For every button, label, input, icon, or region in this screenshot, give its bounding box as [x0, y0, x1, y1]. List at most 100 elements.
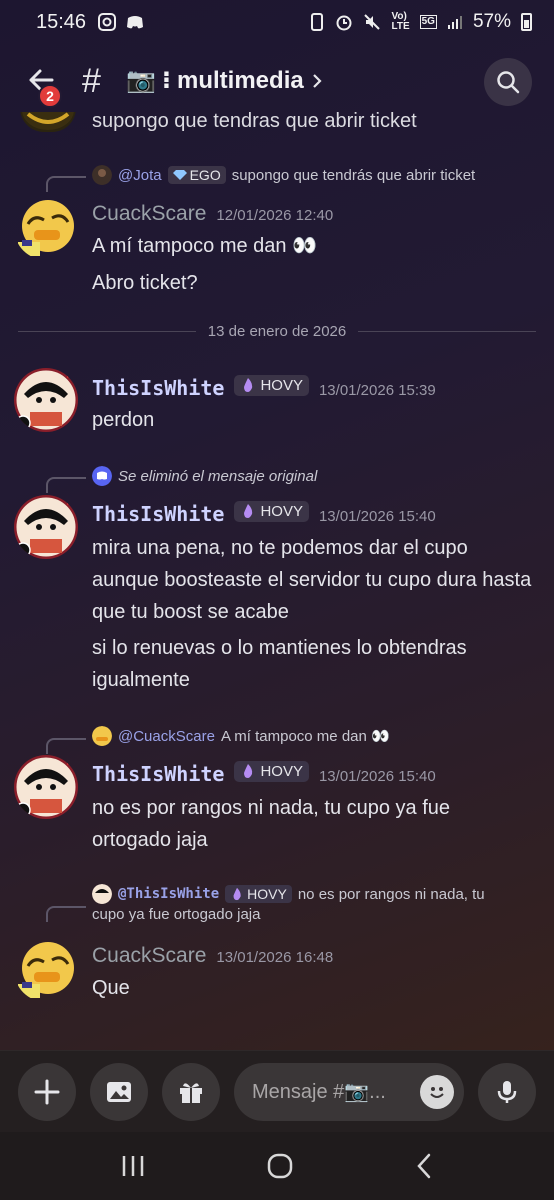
volte-indicator: Vo) LTE	[391, 11, 410, 32]
author-name[interactable]: ThisIsWhite	[92, 762, 224, 786]
hash-icon: #	[82, 62, 101, 100]
reply-connector	[46, 477, 86, 493]
date-divider: 13 de enero de 2026	[18, 323, 536, 340]
reply-text: Se eliminó el mensaje original	[118, 467, 318, 485]
status-time: 15:46	[36, 10, 87, 33]
voice-button[interactable]	[478, 1062, 536, 1121]
microphone-icon	[497, 1080, 517, 1103]
message-text: si lo renuevas o lo mantienes lo obtendr…	[92, 637, 467, 691]
reply-connector	[46, 176, 86, 192]
mute-icon	[364, 14, 381, 30]
battery-percent: 57%	[472, 11, 511, 32]
role-tag[interactable]: HOVY	[234, 760, 309, 782]
image-icon	[107, 1081, 131, 1102]
message-header: ThisIsWhite HOVY 13/01/2026 15:40	[92, 500, 436, 526]
smile-icon	[425, 1079, 449, 1104]
channel-separator: ⁝	[161, 67, 172, 94]
message-text: Abro ticket?	[92, 272, 198, 294]
reply-preview[interactable]: Se eliminó el mensaje original	[92, 466, 317, 486]
message-placeholder: Mensaje #📷...	[252, 1081, 386, 1103]
vibrate-icon	[311, 13, 324, 31]
plus-icon	[34, 1079, 60, 1104]
timestamp: 13/01/2026 15:40	[318, 508, 436, 525]
battery-icon	[521, 13, 532, 31]
avatar	[92, 726, 112, 746]
flame-icon	[244, 764, 253, 778]
reply-preview[interactable]: @CuackScare A mí tampoco me dan 👀	[92, 726, 390, 746]
author-name[interactable]: ThisIsWhite	[92, 376, 224, 400]
flame-icon	[244, 504, 253, 518]
network-gen: 5G	[419, 15, 437, 29]
timestamp: 13/01/2026 16:48	[216, 949, 334, 966]
author-name[interactable]: CuackScare	[92, 944, 206, 968]
timestamp: 13/01/2026 15:39	[318, 382, 436, 399]
signal-icon	[447, 16, 462, 29]
instagram-icon	[98, 13, 117, 31]
reply-connector	[46, 738, 86, 754]
message-text: mira una pena, no te podemos dar el cupo…	[92, 537, 532, 623]
message-header: CuackScare 12/01/2026 12:40	[92, 202, 333, 226]
role-tag: EGO	[167, 166, 226, 184]
timestamp: 12/01/2026 12:40	[216, 207, 334, 224]
reply-mention[interactable]: @Jota	[118, 167, 162, 184]
role-tag[interactable]: HOVY	[234, 500, 309, 522]
discord-icon	[127, 16, 144, 29]
avatar[interactable]	[20, 112, 76, 132]
timestamp: 13/01/2026 15:40	[318, 768, 436, 785]
flame-icon	[233, 887, 241, 901]
chevron-right-icon	[312, 73, 322, 88]
reply-mention[interactable]: @ThisIsWhite	[118, 886, 219, 902]
add-button[interactable]	[18, 1062, 76, 1121]
message-text: A mí tampoco me dan 👀	[92, 235, 317, 257]
status-right: Vo) LTE 5G 57%	[309, 11, 532, 33]
diamond-icon	[172, 170, 187, 180]
date-label: 13 de enero de 2026	[207, 323, 347, 340]
message-text: no es por rangos ni nada, tu cupo ya fue…	[92, 797, 451, 851]
message-header: ThisIsWhite HOVY 13/01/2026 15:39	[92, 374, 436, 400]
avatar	[92, 165, 112, 185]
author-name[interactable]: ThisIsWhite	[92, 502, 224, 526]
role-tag: HOVY	[225, 885, 292, 903]
avatar	[92, 884, 112, 904]
reply-text: cupo ya fue ortogado jaja	[92, 906, 261, 923]
message-input[interactable]: Mensaje #📷...	[234, 1062, 464, 1121]
emoji-button[interactable]	[420, 1074, 454, 1109]
message-header: CuackScare 13/01/2026 16:48	[92, 944, 333, 968]
avatar[interactable]	[14, 196, 78, 260]
reply-mention[interactable]: @CuackScare	[118, 728, 215, 745]
reply-preview[interactable]: @ThisIsWhite HOVY no es por rangos ni na…	[92, 884, 485, 923]
divider-line	[18, 331, 196, 332]
gift-button[interactable]	[162, 1062, 220, 1121]
avatar[interactable]	[14, 938, 78, 1002]
gift-icon	[180, 1082, 202, 1103]
avatar[interactable]	[14, 755, 78, 819]
message-header: ThisIsWhite HOVY 13/01/2026 15:40	[92, 760, 436, 786]
channel-title[interactable]: 📷 ⁝ multimedia	[126, 66, 324, 95]
divider-line	[358, 331, 536, 332]
unread-badge: 2	[38, 84, 62, 108]
image-button[interactable]	[90, 1062, 148, 1121]
message-text: Que	[92, 977, 130, 999]
avatar[interactable]	[14, 495, 78, 559]
system-navbar	[0, 1132, 554, 1200]
home-icon[interactable]	[266, 1152, 294, 1180]
search-icon	[497, 71, 520, 94]
avatar[interactable]	[14, 368, 78, 432]
reply-text: no es por rangos ni nada, tu	[297, 885, 485, 903]
reply-text: A mí tampoco me dan 👀	[220, 728, 390, 745]
message-list[interactable]: supongo que tendras que abrir ticket @Jo…	[0, 112, 554, 1050]
search-button[interactable]	[484, 58, 532, 106]
reply-text: supongo que tendrás que abrir ticket	[231, 166, 476, 184]
recents-icon[interactable]	[119, 1153, 147, 1179]
message-text: supongo que tendras que abrir ticket	[92, 112, 417, 132]
alarm-icon	[336, 15, 352, 31]
back-nav-icon[interactable]	[413, 1152, 435, 1180]
author-name[interactable]: CuackScare	[92, 202, 206, 226]
message-text: perdon	[92, 409, 155, 431]
reply-preview[interactable]: @Jota EGO supongo que tendrás que abrir …	[92, 165, 475, 185]
message-composer: Mensaje #📷...	[0, 1050, 554, 1132]
status-bar: 15:46 Vo) LTE 5G 57%	[0, 0, 554, 44]
channel-header: 2 # 📷 ⁝ multimedia	[0, 52, 554, 112]
role-tag[interactable]: HOVY	[234, 374, 309, 396]
reply-connector	[46, 906, 86, 922]
